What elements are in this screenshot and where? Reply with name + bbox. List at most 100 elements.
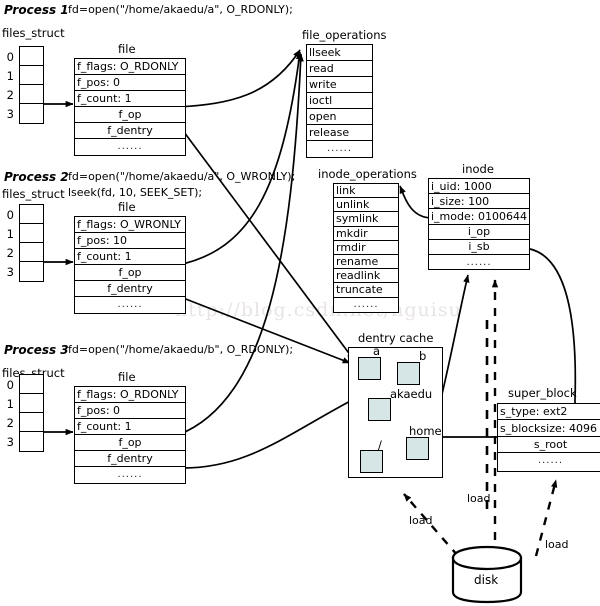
process-1-title: Process 1 <box>4 3 69 17</box>
file-row-ellipsis: ...... <box>117 299 143 310</box>
fd-slot <box>20 224 43 243</box>
process-2-fd-index-3: 3 <box>6 265 14 279</box>
process-1-fd-index-3: 3 <box>6 107 14 121</box>
fd-slot <box>20 85 43 104</box>
load-label-dentry: load <box>409 514 433 527</box>
process-1-code-line-1: fd=open("/home/akaedu/a", O_RDONLY); <box>68 3 293 16</box>
process-3-fd-index-0: 0 <box>6 378 14 392</box>
process-1-files-struct-label: files_struct <box>2 26 65 40</box>
super-block-struct: s_type: ext2 s_blocksize: 4096 s_root ..… <box>497 403 600 472</box>
inode-row-i-uid: i_uid: 1000 <box>429 179 529 195</box>
inodeops-row-readlink: readlink <box>334 269 398 284</box>
inode-row-i-sb: i_sb <box>429 240 529 255</box>
process-1-file-caption: file <box>118 42 136 56</box>
fileops-row-ioctl: ioctl <box>307 93 372 109</box>
file-row-f-count: f_count: 1 <box>75 249 185 265</box>
load-label-superblock: load <box>545 538 569 551</box>
dentry-node-a-label: a <box>373 344 381 358</box>
file-row-f-flags: f_flags: O_RDONLY <box>75 59 185 75</box>
super-block-caption: super_block <box>508 386 577 400</box>
dentry-node-a <box>358 357 381 380</box>
dentry-node-akaedu-label: akaedu <box>390 387 433 401</box>
file-row-f-op: f_op <box>75 107 185 123</box>
fileops-row-open: open <box>307 109 372 125</box>
process-3-fd-index-3: 3 <box>6 435 14 449</box>
inode-operations-struct: link unlink symlink mkdir rmdir rename r… <box>333 183 399 313</box>
diagram-canvas: http://blog.csdn.net/hguisu Process 1 fd… <box>0 0 600 606</box>
process-2-files-struct-label: files_struct <box>2 187 65 201</box>
file-row-f-count: f_count: 1 <box>75 419 185 435</box>
fd-slot <box>20 432 43 451</box>
process-1-fd-table <box>19 46 44 124</box>
fd-slot <box>20 394 43 413</box>
file-row-f-flags: f_flags: O_WRONLY <box>75 217 185 233</box>
dentry-node-root <box>360 450 383 473</box>
file-row-f-pos: f_pos: 0 <box>75 403 185 419</box>
process-2-file-struct: f_flags: O_WRONLY f_pos: 10 f_count: 1 f… <box>74 216 186 314</box>
process-3-code-line-1: fd=open("/home/akaedu/b", O_RDONLY); <box>68 343 294 356</box>
fileops-row-read: read <box>307 61 372 77</box>
process-3-fd-index-1: 1 <box>6 397 14 411</box>
process-3-file-caption: file <box>118 370 136 384</box>
process-3-fd-table <box>19 374 44 452</box>
inode-operations-caption: inode_operations <box>318 167 417 181</box>
load-label-inode: load <box>467 492 491 505</box>
line-isb-to-superblock <box>522 247 577 401</box>
superblock-row-ellipsis: ...... <box>537 455 564 467</box>
process-2-fd-index-0: 0 <box>6 208 14 222</box>
dentry-cache-caption: dentry cache <box>358 331 434 345</box>
fileops-row-release: release <box>307 125 372 141</box>
inode-row-i-mode: i_mode: 0100644 <box>429 209 529 225</box>
process-3-file-struct: f_flags: O_RDONLY f_pos: 0 f_count: 1 f_… <box>74 386 186 484</box>
fileops-row-llseek: llseek <box>307 45 372 61</box>
process-2-fd-index-2: 2 <box>6 246 14 260</box>
file-row-f-pos: f_pos: 0 <box>75 75 185 91</box>
file-row-f-dentry: f_dentry <box>75 123 185 139</box>
process-1-fd-index-0: 0 <box>6 50 14 64</box>
fd-slot <box>20 205 43 224</box>
dentry-node-home-label: home <box>409 424 442 438</box>
superblock-row-s-blocksize: s_blocksize: 4096 <box>498 420 600 437</box>
process-2-fd-index-1: 1 <box>6 227 14 241</box>
arrow-fop-to-fileops-p1 <box>177 49 301 108</box>
file-row-ellipsis: ...... <box>117 469 143 480</box>
file-row-f-count: f_count: 1 <box>75 91 185 107</box>
arrow-fdentry-to-dentry-a-p1 <box>177 123 355 361</box>
inodeops-row-truncate: truncate <box>334 283 398 298</box>
file-operations-caption: file_operations <box>302 28 387 42</box>
process-2-code-line-2: lseek(fd, 10, SEEK_SET); <box>68 186 203 199</box>
fd-slot <box>20 375 43 394</box>
process-3-title: Process 3 <box>4 343 69 357</box>
inodeops-row-unlink: unlink <box>334 198 398 213</box>
file-row-f-flags: f_flags: O_RDONLY <box>75 387 185 403</box>
dentry-node-akaedu <box>368 398 391 421</box>
inode-row-i-size: i_size: 100 <box>429 194 529 210</box>
process-1-file-struct: f_flags: O_RDONLY f_pos: 0 f_count: 1 f_… <box>74 58 186 156</box>
fd-slot <box>20 413 43 432</box>
inodeops-row-ellipsis: ...... <box>353 298 379 310</box>
process-1-fd-index-2: 2 <box>6 88 14 102</box>
fd-slot <box>20 66 43 85</box>
inode-struct: i_uid: 1000 i_size: 100 i_mode: 0100644 … <box>428 178 530 270</box>
arrow-fop-to-fileops-p2 <box>177 51 303 266</box>
inodeops-row-symlink: symlink <box>334 212 398 227</box>
fileops-row-write: write <box>307 77 372 93</box>
inodeops-row-mkdir: mkdir <box>334 227 398 241</box>
file-operations-struct: llseek read write ioctl open release ...… <box>306 44 373 158</box>
file-row-ellipsis: ...... <box>117 141 143 152</box>
process-2-title: Process 2 <box>4 170 69 184</box>
inode-caption: inode <box>462 162 494 176</box>
inodeops-row-rename: rename <box>334 255 398 270</box>
disk-label: disk <box>474 573 499 587</box>
superblock-row-s-root: s_root <box>498 437 600 454</box>
file-row-f-dentry: f_dentry <box>75 281 185 297</box>
dentry-node-home <box>406 437 429 460</box>
dentry-node-b <box>397 362 420 385</box>
disk-cylinder-top <box>451 545 523 571</box>
fd-slot <box>20 47 43 66</box>
file-row-f-pos: f_pos: 10 <box>75 233 185 249</box>
superblock-row-s-type: s_type: ext2 <box>498 404 600 421</box>
dentry-node-root-label: / <box>378 438 382 452</box>
dentry-node-b-label: b <box>419 349 427 363</box>
inode-row-i-op: i_op <box>429 225 529 240</box>
